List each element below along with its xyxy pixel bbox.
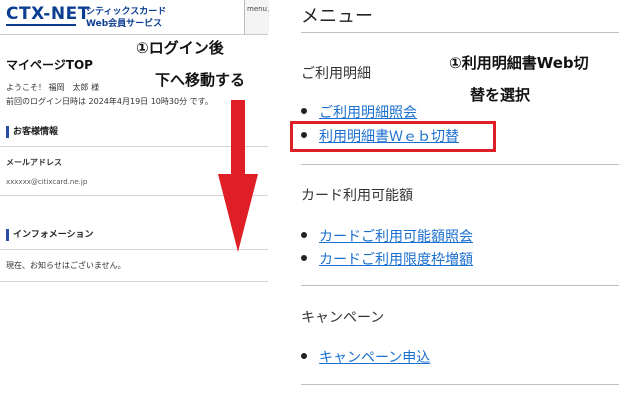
menu-button-label: menuメニュー — [247, 5, 269, 13]
link-statement-inquiry[interactable]: ご利用明細照会 — [301, 102, 417, 122]
bullet-icon — [301, 232, 307, 238]
link-limit-increase[interactable]: カードご利用限度枠増額 — [301, 249, 473, 269]
link-text[interactable]: カードご利用可能額照会 — [319, 229, 473, 245]
link-text[interactable]: ご利用明細照会 — [319, 105, 417, 121]
link-text[interactable]: カードご利用限度枠増額 — [319, 252, 473, 268]
bullet-icon — [301, 108, 307, 114]
bullet-icon — [301, 255, 307, 261]
site-header: CTX-NET シティックスカード Web会員サービス menuメニュー — [0, 0, 269, 35]
mypage-panel: CTX-NET シティックスカード Web会員サービス menuメニュー マイペ… — [0, 0, 269, 413]
divider — [301, 164, 619, 165]
instruction-annotation-right-line2: 替を選択 — [470, 86, 531, 104]
menu-panel: メニュー ご利用明細 ご利用明細照会 利用明細書Ｗｅｂ切替 カード利用可能額 カ… — [289, 0, 631, 413]
information-heading: インフォメーション — [6, 229, 94, 241]
information-text: 現在、お知らせはございません。 — [6, 261, 126, 270]
bullet-icon — [301, 353, 307, 359]
service-name-line2: Web会員サービス — [86, 19, 163, 29]
menu-button[interactable]: menuメニュー — [244, 0, 269, 34]
ctx-net-logo[interactable]: CTX-NET — [6, 4, 90, 24]
email-label: メールアドレス — [6, 158, 62, 167]
group-title-statement: ご利用明細 — [301, 66, 371, 82]
instruction-annotation-line1: ①ログイン後 — [136, 39, 224, 57]
link-available-amount-inquiry[interactable]: カードご利用可能額照会 — [301, 226, 473, 246]
divider — [301, 32, 619, 33]
instruction-annotation-line2: 下へ移動する — [155, 71, 246, 89]
group-title-available-amount: カード利用可能額 — [301, 188, 413, 204]
link-campaign-apply[interactable]: キャンペーン申込 — [301, 347, 430, 367]
link-text[interactable]: キャンペーン申込 — [319, 350, 430, 366]
highlight-box — [290, 121, 496, 152]
menu-title: メニュー — [301, 6, 373, 27]
last-login-text: 前回のログイン日時は 2024年4月19日 10時30分 です。 — [6, 97, 213, 106]
page-title: マイページTOP — [6, 58, 93, 72]
customer-info-heading: お客様情報 — [6, 126, 58, 138]
divider — [301, 384, 619, 385]
down-arrow-icon — [218, 100, 258, 252]
instruction-annotation-right-line1: ①利用明細書Web切 — [449, 54, 589, 72]
divider — [301, 285, 619, 286]
logo-underline — [6, 24, 76, 26]
divider — [0, 281, 268, 282]
email-value: xxxxxx@citixcard.ne.jp — [6, 178, 88, 186]
group-title-campaign: キャンペーン — [301, 310, 385, 326]
welcome-text: ようこそ！ 福岡 太郎 様 — [6, 83, 100, 92]
